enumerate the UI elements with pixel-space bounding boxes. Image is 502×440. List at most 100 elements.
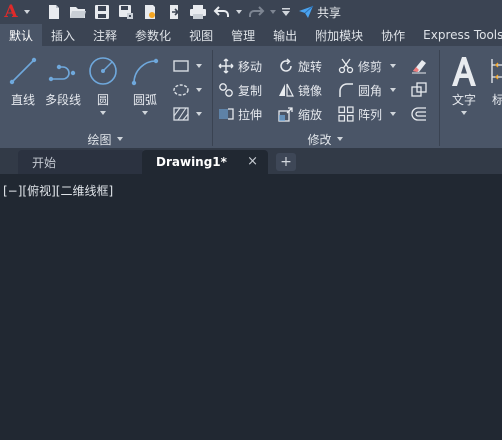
stretch-button[interactable]: 拉伸 (218, 104, 262, 124)
line-button[interactable]: 直线 (4, 52, 42, 108)
polyline-button[interactable]: 多段线 (42, 52, 84, 108)
polyline-label: 多段线 (44, 93, 81, 107)
circle-dropdown[interactable] (100, 111, 106, 115)
open-button[interactable] (66, 0, 90, 24)
tab-drawing1[interactable]: Drawing1* × (142, 150, 268, 174)
hatch-dropdown[interactable] (196, 112, 202, 116)
hatch-button[interactable] (172, 104, 202, 124)
trim-dropdown[interactable] (390, 64, 397, 68)
tab-drawing1-label: Drawing1* (156, 155, 227, 169)
line-icon (9, 57, 37, 85)
explode-button[interactable] (410, 80, 428, 100)
rectangle-button[interactable] (172, 56, 202, 76)
rotate-icon (280, 58, 292, 72)
offset-icon (411, 107, 426, 121)
array-dropdown[interactable] (390, 112, 397, 116)
export-button[interactable] (162, 0, 186, 24)
ellipse-button[interactable] (172, 80, 202, 100)
dimension-button[interactable]: 标 (486, 52, 502, 108)
modify-panel-title[interactable]: 修改 (280, 130, 370, 148)
redo-button[interactable] (244, 0, 268, 24)
circle-button[interactable]: 圆 (86, 52, 120, 115)
mirror-button[interactable]: 镜像 (278, 80, 322, 100)
tab-output[interactable]: 输出 (264, 24, 306, 46)
tab-view[interactable]: 视图 (180, 24, 222, 46)
polyline-icon (48, 64, 76, 82)
array-label: 阵列 (358, 107, 383, 122)
share-button[interactable]: 共享 (298, 0, 341, 24)
rectangle-dropdown[interactable] (196, 64, 202, 68)
draw-panel-title[interactable]: 绘图 (60, 130, 150, 148)
text-label: 文字 (451, 93, 476, 107)
scale-label: 缩放 (298, 107, 323, 122)
trim-icon (338, 58, 354, 74)
dimension-label: 标 (491, 93, 502, 107)
redo-dropdown[interactable] (268, 0, 278, 24)
scale-button[interactable]: 缩放 (278, 104, 322, 124)
tab-collaborate[interactable]: 协作 (372, 24, 414, 46)
publish-icon (145, 5, 155, 19)
erase-button[interactable] (410, 56, 428, 76)
array-icon (338, 106, 354, 122)
tab-manage[interactable]: 管理 (222, 24, 264, 46)
text-button[interactable]: 文字 (444, 52, 484, 115)
undo-dropdown[interactable] (234, 0, 244, 24)
circle-icon (89, 57, 117, 85)
fillet-dropdown[interactable] (390, 88, 397, 92)
undo-button[interactable] (210, 0, 234, 24)
app-menu-button[interactable]: A (0, 0, 22, 24)
new-button[interactable] (42, 0, 66, 24)
document-tab-bar: 开始 Drawing1* × + (0, 148, 502, 174)
quick-access-toolbar: A 共享 (0, 0, 502, 24)
offset-button[interactable] (410, 104, 428, 124)
rectangle-icon (173, 60, 189, 72)
trim-label: 修剪 (358, 59, 383, 74)
mirror-label: 镜像 (298, 83, 323, 98)
app-menu-dropdown[interactable] (22, 0, 32, 24)
scale-icon (278, 107, 293, 122)
redo-icon (249, 6, 265, 17)
tab-start[interactable]: 开始 (18, 150, 145, 174)
fillet-label: 圆角 (358, 83, 383, 98)
rotate-button[interactable]: 旋转 (278, 56, 322, 76)
publish-button[interactable] (138, 0, 162, 24)
save-icon (95, 5, 109, 19)
ellipse-dropdown[interactable] (196, 88, 202, 92)
undo-icon (213, 6, 229, 17)
plot-button[interactable] (186, 0, 210, 24)
drawing-canvas[interactable]: [−][俯视][二维线框] (0, 174, 502, 440)
ribbon-panel: 直线 多段线 圆 圆弧 绘图 移动 复制 拉伸 旋转 镜像 缩放 修剪 圆角 阵… (0, 46, 502, 148)
tab-insert[interactable]: 插入 (42, 24, 84, 46)
export-icon (170, 5, 180, 19)
move-button[interactable]: 移动 (218, 56, 262, 76)
fillet-icon (339, 83, 353, 97)
viewport-controls[interactable]: [−][俯视][二维线框] (3, 182, 113, 199)
panel-divider (212, 50, 213, 146)
tab-home[interactable]: 默认 (0, 24, 43, 46)
tab-express-tools[interactable]: Express Tools (414, 24, 502, 46)
tab-parametric[interactable]: 参数化 (126, 24, 180, 46)
arc-dropdown[interactable] (142, 111, 148, 115)
tab-start-label: 开始 (32, 155, 57, 170)
tab-annotate[interactable]: 注释 (84, 24, 126, 46)
save-as-icon (119, 5, 133, 19)
copy-label: 复制 (238, 83, 263, 98)
tab-add-ins[interactable]: 附加模块 (306, 24, 372, 46)
save-as-button[interactable] (114, 0, 138, 24)
open-icon (70, 7, 86, 18)
arc-icon (131, 58, 159, 86)
move-icon (218, 58, 234, 74)
customize-toolbar-button[interactable] (278, 0, 294, 24)
close-tab-icon[interactable]: × (247, 154, 258, 169)
move-label: 移动 (238, 59, 263, 74)
text-dropdown[interactable] (461, 111, 467, 115)
save-button[interactable] (90, 0, 114, 24)
new-icon (49, 5, 59, 19)
new-tab-button[interactable]: + (276, 153, 296, 171)
copy-button[interactable]: 复制 (218, 80, 262, 100)
array-button[interactable]: 阵列 (338, 104, 397, 124)
trim-button[interactable]: 修剪 (338, 56, 397, 76)
copy-icon (219, 83, 233, 97)
arc-button[interactable]: 圆弧 (126, 52, 164, 115)
fillet-button[interactable]: 圆角 (338, 80, 397, 100)
